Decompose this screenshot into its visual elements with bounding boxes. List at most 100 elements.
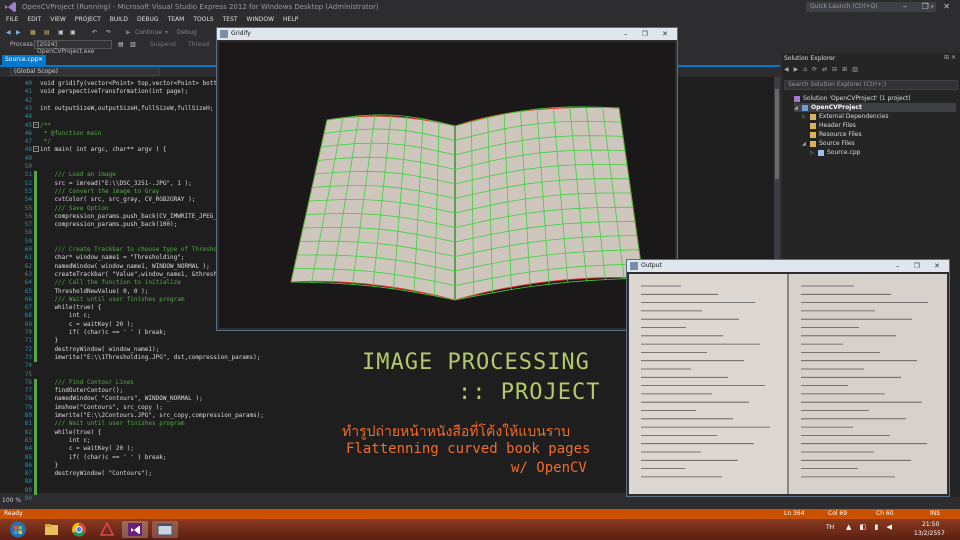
tree-expander-icon[interactable]: ◢ [794,104,802,113]
tree-item[interactable]: ◢ OpenCVProject [794,103,956,112]
taskbar-visual-studio[interactable] [122,521,148,538]
clock-time[interactable]: 21:50 [922,521,939,528]
gridify-window[interactable]: Gridify – ❐ ✕ [216,27,678,331]
code-line[interactable]: compression_params.push_back(100); [40,221,177,229]
window-controls[interactable]: – ❐ ✕ [624,28,674,40]
continue-icon[interactable]: ▶ [126,26,131,39]
lifecycle-icon[interactable]: ▤ [118,39,124,50]
code-line[interactable]: /// Wait until user finishes program [40,296,184,304]
code-line[interactable]: int c; [40,437,91,445]
code-line[interactable]: /// Create Trackbar to choose type of Th… [40,246,224,254]
menu-item-team[interactable]: TEAM [168,14,185,26]
save-dump-icon[interactable]: ▥ [130,39,136,50]
code-line[interactable]: /// Load an image [40,171,115,179]
code-line[interactable]: src = imread("E:\\DSC_3251-.JPG", 1 ); [40,180,191,188]
code-line[interactable]: ThresholdNewValue( 0, 0 ); [40,288,148,296]
output-window[interactable]: Output – ❐ ✕ [626,259,950,497]
close-tab-icon[interactable]: ✕ [38,55,43,65]
save-icon[interactable]: ▣ [58,26,64,39]
code-line[interactable]: char* window_name1 = "Thresholding"; [40,254,184,262]
menu-item-edit[interactable]: EDIT [27,14,41,26]
code-line[interactable]: /// Wait until user finishes program [40,420,184,428]
code-line[interactable]: void gridify(vector<Point> top,vector<Po… [40,80,231,88]
code-line[interactable]: findOuterContour(); [40,387,123,395]
tab-source-cpp[interactable]: Source.cpp ✕ [2,55,46,65]
code-line[interactable]: imwrite("E:\\1Thresholding.JPG", dst,com… [40,354,260,362]
solution-explorer-toolbar[interactable]: ◀▶⌂⟳⇄⊟⊞▥ [784,66,958,78]
code-line[interactable]: if( (char)c == ' ' ) break; [40,329,167,337]
undo-icon[interactable]: ↶ [92,26,97,39]
solution-search-input[interactable]: Search Solution Explorer (Ctrl+;) [784,80,958,90]
tree-item[interactable]: ◢ Source Files [802,139,956,148]
open-file-icon[interactable]: ▤ [44,26,50,39]
new-project-icon[interactable]: ▦ [30,26,36,39]
menu-item-project[interactable]: PROJECT [75,14,101,26]
tray-icons[interactable]: ▲ ◧ ▮ ◀ [846,523,895,531]
menu-item-window[interactable]: WINDOW [247,14,274,26]
output-title-bar[interactable]: Output – ❐ ✕ [627,260,949,272]
code-line[interactable]: imwrite("E:\\2Contours.JPG", src_copy,co… [40,412,264,420]
code-line[interactable]: while(true) { [40,429,101,437]
code-line[interactable]: int main( int argc, char** argv ) { [40,146,166,154]
process-select[interactable]: [2024] OpenCVProject.exe [34,40,112,55]
taskbar-explorer[interactable] [38,521,64,538]
collapse-toggle[interactable]: − [33,121,39,128]
tree-item[interactable]: ▷ External Dependencies [802,112,956,121]
code-line[interactable]: /// Find Contour Lines [40,379,133,387]
code-line[interactable]: void perspectiveTransformation(int page)… [40,88,188,96]
scrollbar-thumb[interactable] [775,89,779,179]
code-line[interactable]: /// Call the function to initialize [40,279,180,287]
suspend-button[interactable]: Suspend [150,39,176,50]
language-indicator[interactable]: TH [826,524,834,531]
menu-item-tools[interactable]: TOOLS [193,14,213,26]
code-line[interactable]: c = waitKey( 20 ); [40,445,134,453]
code-line[interactable]: cvtColor( src, src_gray, CV_RGB2GRAY ); [40,196,195,204]
menu-item-file[interactable]: FILE [6,14,18,26]
clock-date[interactable]: 13/2/2557 [914,530,945,537]
code-line[interactable]: c = waitKey( 20 ); [40,321,134,329]
tree-item[interactable]: Resource Files [802,130,956,139]
code-line[interactable]: destroyWindow( "Contours"); [40,470,152,478]
menu-item-help[interactable]: HELP [283,14,298,26]
code-line[interactable]: /// Save Option [40,205,108,213]
code-line[interactable]: if( (char)c == ' ' ) break; [40,454,167,462]
attach-icon[interactable]: ▾ [165,26,168,39]
code-line[interactable]: namedWindow( window_name1, WINDOW_NORMAL… [40,263,209,271]
forward-icon[interactable]: ▶ [16,26,21,39]
code-line[interactable]: namedWindow( "Contours", WINDOW_NORMAL )… [40,395,202,403]
taskbar-opencv-window[interactable] [152,521,178,538]
taskbar-chrome[interactable] [66,521,92,538]
code-line[interactable]: destroyWindow( window_name1); [40,346,159,354]
debug-config[interactable]: Debug [177,26,197,39]
continue-button[interactable]: Continue [135,26,162,39]
scope-select[interactable]: (Global Scope) [10,68,160,76]
code-line[interactable]: while(true) { [40,304,101,312]
code-line[interactable]: */ [40,138,51,146]
code-line[interactable]: * @function main [40,130,102,138]
back-icon[interactable]: ◀ [6,26,11,39]
window-controls[interactable]: – ❐ ✕ [903,0,956,14]
menu-item-debug[interactable]: DEBUG [137,14,159,26]
collapse-toggle[interactable]: − [33,146,39,153]
tree-item[interactable]: Header Files [802,121,956,130]
menu-item-test[interactable]: TEST [223,14,238,26]
tree-expander-icon[interactable]: ▷ [810,149,818,158]
code-line[interactable]: imshow("Contours", src_copy ); [40,404,162,412]
code-line[interactable]: /// Convert the image to Gray [40,188,159,196]
tree-item[interactable]: ▷ Source.cpp [810,148,956,157]
code-line[interactable]: } [40,462,58,470]
start-button[interactable] [4,521,32,538]
code-line[interactable]: /** [40,122,51,130]
pin-icon[interactable]: ⊞ ✕ [944,54,956,61]
code-line[interactable]: } [40,337,58,345]
window-controls[interactable]: – ❐ ✕ [896,260,946,272]
tree-item[interactable]: Solution 'OpenCVProject' (1 project) [786,94,956,103]
menu-item-build[interactable]: BUILD [110,14,128,26]
save-all-icon[interactable]: ▣ [70,26,76,39]
tree-expander-icon[interactable]: ◢ [802,140,810,149]
gridify-title-bar[interactable]: Gridify – ❐ ✕ [217,28,677,40]
code-line[interactable]: int c; [40,312,91,320]
taskbar-app[interactable] [94,521,120,538]
menu-item-view[interactable]: VIEW [50,14,66,26]
redo-icon[interactable]: ↷ [106,26,111,39]
